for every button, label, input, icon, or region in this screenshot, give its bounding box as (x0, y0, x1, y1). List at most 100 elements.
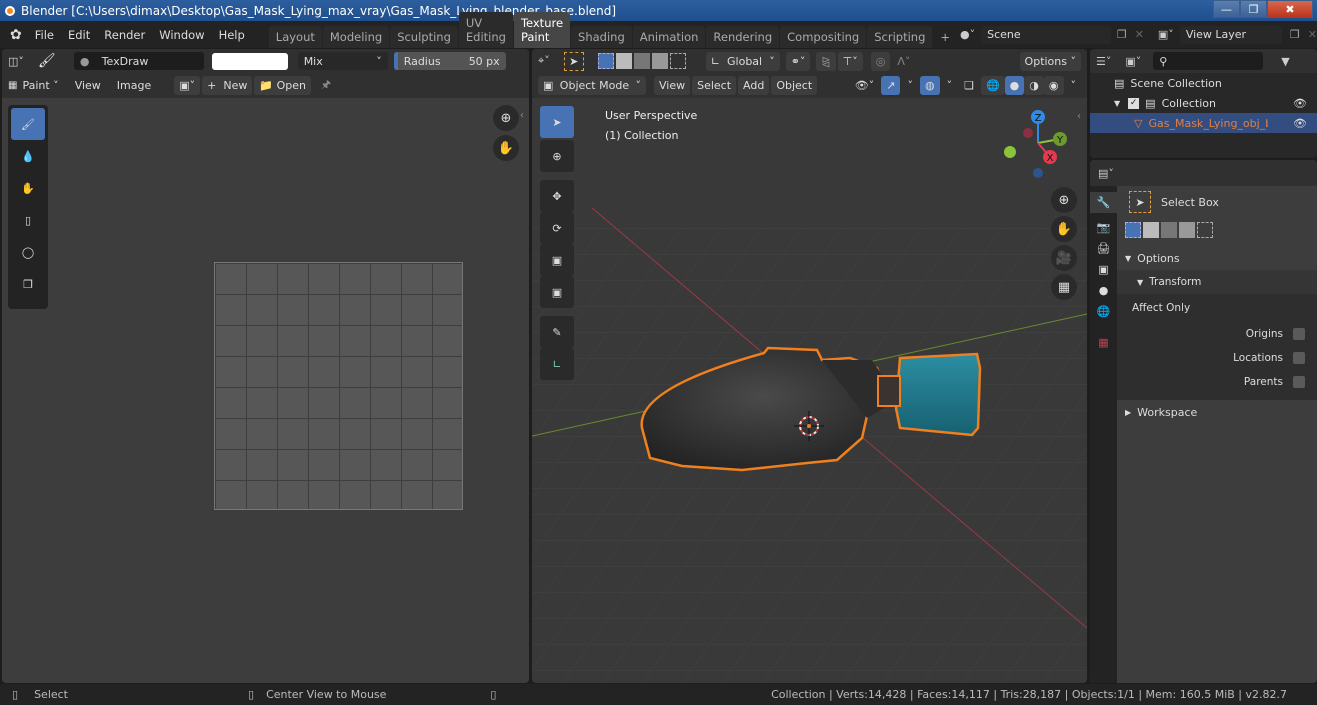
move-tool[interactable]: ✥ (540, 180, 574, 212)
viewport-sidebar-toggle[interactable]: ‹ (1077, 111, 1081, 122)
select-mode-extend-icon[interactable] (615, 53, 632, 69)
draw-brush-tool[interactable]: 🖌 (11, 108, 45, 140)
radius-slider[interactable]: Radius 50 px (393, 52, 506, 70)
editor-type-icon[interactable]: ◫˅ (8, 55, 24, 68)
transform-orientation-dropdown[interactable]: ∟ Global ˅ (705, 51, 780, 71)
visibility-checkbox[interactable]: ✓ (1128, 97, 1140, 109)
shading-rendered-button[interactable]: ◉ (1043, 76, 1064, 95)
menu-file[interactable]: File (28, 28, 61, 42)
soften-brush-tool[interactable]: 💧 (11, 140, 45, 172)
scene-tab-icon[interactable]: ● (1099, 284, 1109, 297)
select-mode-new-icon[interactable] (597, 53, 614, 69)
new-scene-icon[interactable]: ❐ (1117, 28, 1127, 41)
tab-rendering[interactable]: Rendering (706, 26, 780, 48)
scene-name-field[interactable]: Scene (981, 25, 1111, 44)
select-mode-subtract-icon[interactable] (633, 53, 650, 69)
tab-shading[interactable]: Shading (571, 26, 632, 48)
snap-toggle[interactable]: ⧎ (816, 51, 836, 71)
tab-texture-paint[interactable]: Texture Paint (513, 12, 571, 48)
camera-view-icon[interactable]: 🎥 (1051, 245, 1077, 271)
new-view-layer-icon[interactable]: ❐ (1290, 28, 1300, 41)
shading-solid-button[interactable]: ● (1004, 76, 1025, 95)
menu-view[interactable]: View (654, 76, 691, 95)
gizmo-toggle[interactable]: ↗ (881, 76, 901, 95)
workspace-panel-header[interactable]: ▶ Workspace (1117, 400, 1317, 424)
mode-invert-icon[interactable] (1179, 222, 1195, 238)
filter-icon[interactable]: ▼ (1281, 55, 1289, 68)
brush-preview-icon[interactable]: ● (73, 52, 96, 70)
origins-row[interactable]: Origins (1117, 322, 1317, 346)
blend-mode-dropdown[interactable]: Mix ˅ (297, 52, 388, 70)
mode-intersect-icon[interactable] (1197, 222, 1213, 238)
mode-new-icon[interactable] (1125, 222, 1141, 238)
editor-type-icon[interactable]: ⌖˅ (538, 54, 550, 68)
proportional-falloff-dropdown[interactable]: Λ˅ (892, 52, 915, 71)
scale-tool[interactable]: ▣ (540, 244, 574, 276)
origins-checkbox[interactable] (1293, 328, 1305, 340)
paint-mode-dropdown[interactable]: Paint ˅ (17, 76, 63, 95)
menu-image[interactable]: Image (112, 76, 156, 95)
editor-type-icon[interactable]: ▤˅ (1098, 167, 1114, 180)
snap-target-dropdown[interactable]: ⊤˅ (837, 51, 863, 71)
pivot-point-dropdown[interactable]: ⚭˅ (785, 51, 811, 71)
output-tab-icon[interactable]: 🖨 (1097, 242, 1111, 255)
editor-type-icon[interactable]: ☰˅ (1096, 55, 1111, 68)
perspective-toggle-icon[interactable]: ▦ (1051, 274, 1077, 300)
pin-icon[interactable]: 🖈 (321, 76, 331, 95)
eye-icon[interactable]: 👁 (1293, 97, 1307, 110)
menu-edit[interactable]: Edit (61, 28, 97, 42)
pan-hand-icon[interactable]: ✋ (493, 135, 519, 161)
tab-layout[interactable]: Layout (268, 26, 322, 48)
mode-extend-icon[interactable] (1143, 222, 1159, 238)
new-image-button[interactable]: + New (202, 76, 253, 95)
tab-animation[interactable]: Animation (632, 26, 706, 48)
gizmo-dropdown[interactable]: ˅ (902, 76, 918, 95)
mode-subtract-icon[interactable] (1161, 222, 1177, 238)
outliner-row-object[interactable]: ▽ Gas_Mask_Lying_obj_bas 👁 (1090, 113, 1317, 133)
menu-view[interactable]: View (70, 76, 106, 95)
menu-object[interactable]: Object (771, 76, 818, 95)
eye-icon[interactable]: 👁 (1293, 117, 1307, 130)
xray-toggle[interactable]: ❏ (959, 76, 979, 95)
menu-window[interactable]: Window (152, 28, 211, 42)
minimize-button[interactable]: — (1213, 0, 1240, 18)
menu-help[interactable]: Help (212, 28, 252, 42)
texture-tab-icon[interactable]: ▦ (1098, 336, 1108, 349)
delete-view-layer-icon[interactable]: ✕ (1308, 28, 1317, 41)
tab-uv-editing[interactable]: UV Editing (458, 12, 513, 48)
locations-row[interactable]: Locations (1117, 346, 1317, 370)
render-tab-icon[interactable]: 📷 (1097, 221, 1111, 234)
select-mode-invert-icon[interactable] (651, 53, 668, 69)
overlay-toggle[interactable]: ◍ (919, 76, 940, 95)
blender-menu-icon[interactable]: ✿ (10, 27, 22, 43)
navigation-gizmo[interactable]: Z Y X (998, 109, 1078, 189)
collapse-sidebar-icon[interactable]: ‹ (520, 110, 524, 121)
options-panel-header[interactable]: ▼ Options (1117, 246, 1317, 270)
display-mode-icon[interactable]: ▣˅ (1125, 55, 1141, 68)
maximize-button[interactable]: ❐ (1240, 0, 1267, 18)
cursor-tool[interactable]: ⊕ (540, 140, 574, 172)
view-layer-tab-icon[interactable]: ▣ (1098, 263, 1108, 276)
image-canvas[interactable] (214, 262, 463, 510)
proportional-edit-toggle[interactable]: ◎ (870, 51, 891, 71)
shading-dropdown[interactable]: ˅ (1066, 76, 1082, 95)
world-tab-icon[interactable]: 🌐 (1097, 305, 1111, 318)
select-tool-icon[interactable]: ➤ (563, 51, 584, 71)
parents-row[interactable]: Parents (1117, 370, 1317, 394)
overlay-dropdown[interactable]: ˅ (942, 76, 958, 95)
brush-name-field[interactable]: TexDraw (95, 52, 204, 70)
mask-brush-tool[interactable]: ❐ (11, 268, 45, 300)
add-workspace-button[interactable]: + (933, 26, 957, 48)
brush-color-swatch[interactable] (211, 52, 288, 70)
fill-brush-tool[interactable]: ◯ (11, 236, 45, 268)
select-box-icon[interactable]: ➤ (1129, 191, 1151, 213)
options-dropdown[interactable]: Options ˅ (1019, 51, 1081, 71)
scene-selector-icon[interactable]: ●˅ (960, 28, 975, 41)
shading-wireframe-button[interactable]: 🌐 (980, 76, 1005, 95)
zoom-icon[interactable]: ⊕ (493, 105, 519, 131)
menu-select[interactable]: Select (692, 76, 737, 95)
outliner-row-collection[interactable]: ▼ ✓ ▤ Collection 👁 (1090, 93, 1317, 113)
image-browse-button[interactable]: ▣˅ (174, 76, 201, 95)
tab-scripting[interactable]: Scripting (867, 26, 933, 48)
annotate-tool[interactable]: ✎ (540, 316, 574, 348)
